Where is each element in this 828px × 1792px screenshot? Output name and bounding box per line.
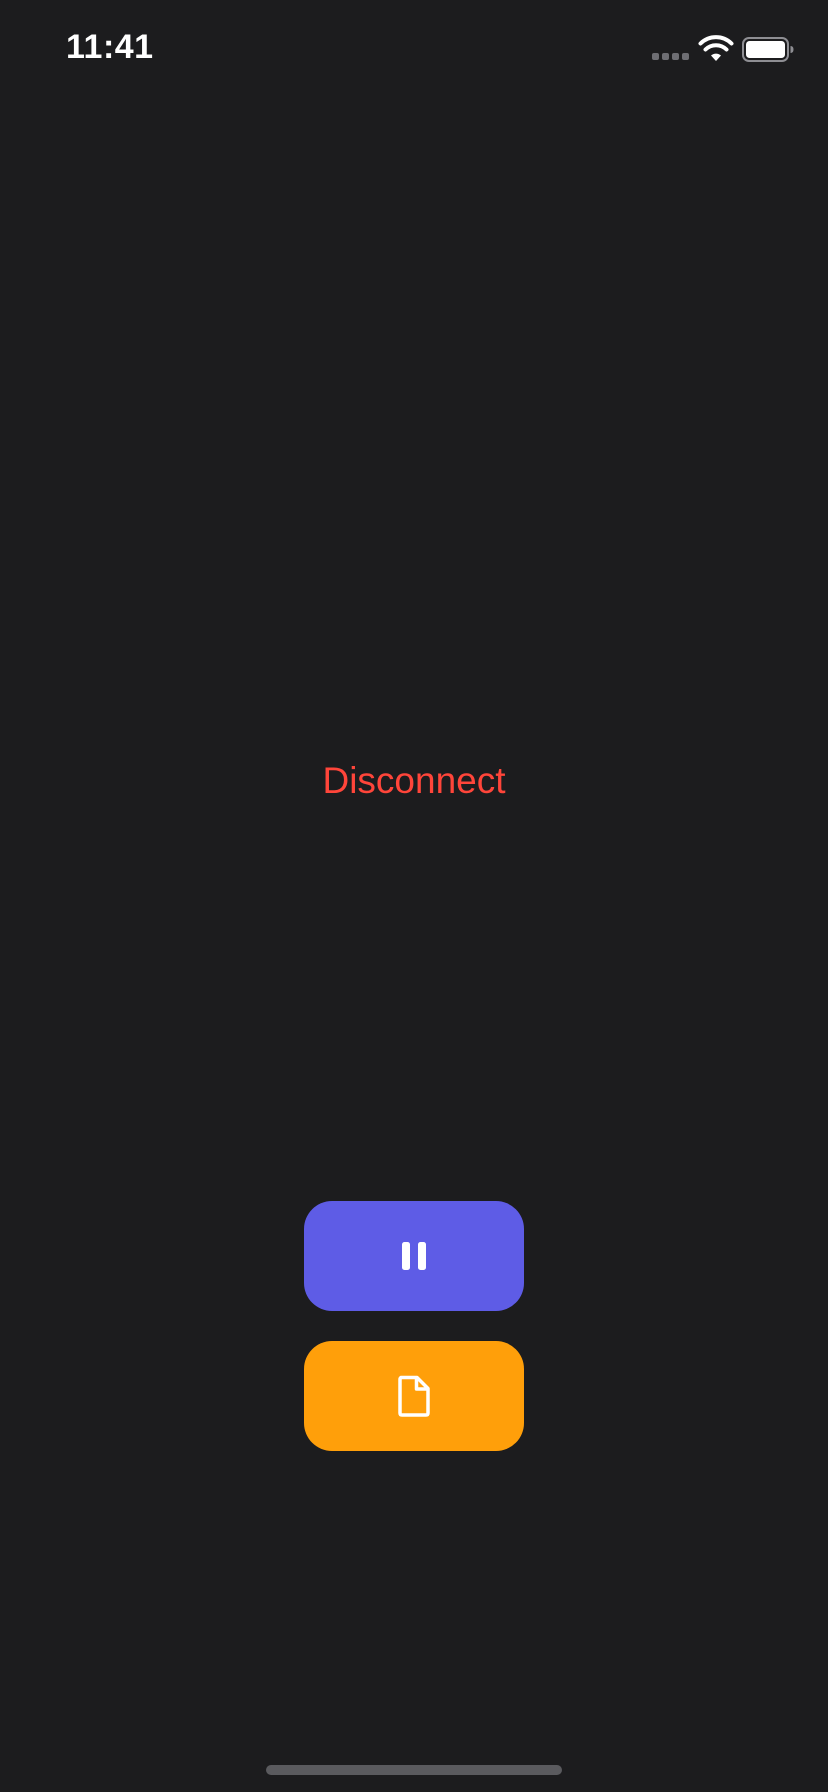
disconnect-button[interactable]: Disconnect (0, 760, 828, 802)
battery-full-icon (742, 37, 794, 62)
wifi-icon (698, 35, 734, 63)
pause-icon (401, 1241, 427, 1271)
status-bar: 11:41 (0, 0, 828, 100)
cellular-signal-icon (652, 53, 689, 60)
document-button[interactable] (304, 1341, 524, 1451)
document-icon (397, 1375, 431, 1417)
home-indicator[interactable] (266, 1765, 562, 1775)
status-time: 11:41 (66, 28, 154, 66)
pause-button[interactable] (304, 1201, 524, 1311)
